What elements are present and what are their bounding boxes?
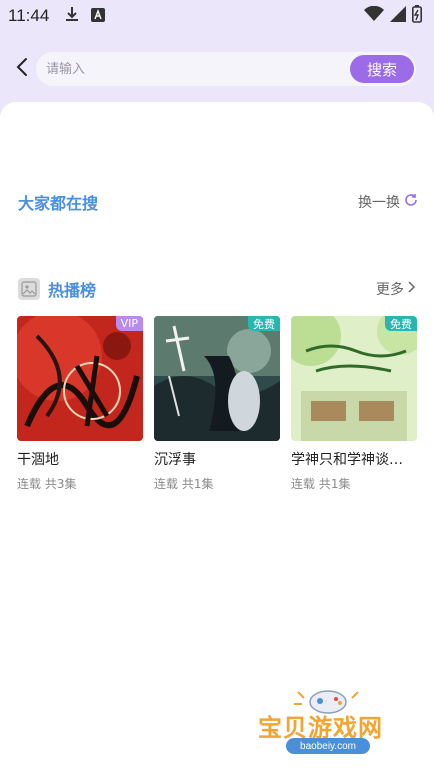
hot-search-section: 大家都在搜 换一换 bbox=[0, 190, 434, 214]
ranking-icon bbox=[18, 278, 40, 300]
download-icon bbox=[65, 6, 79, 26]
free-badge: 免费 bbox=[248, 316, 280, 331]
search-box: 搜索 bbox=[36, 52, 416, 86]
drama-meta: 连载 共3集 bbox=[17, 477, 77, 491]
back-button[interactable] bbox=[4, 48, 40, 90]
ranking-list: VIP 干涸地 连载 共3集 免费 沉浮事 连载 共1集 免费 学神只和学神谈…… bbox=[17, 316, 417, 496]
refresh-icon bbox=[404, 193, 418, 211]
status-bar: 11:44 bbox=[0, 0, 434, 32]
drama-card[interactable]: 免费 学神只和学神谈… 连载 共1集 bbox=[291, 316, 417, 492]
search-input[interactable] bbox=[36, 52, 336, 86]
chevron-left-icon bbox=[16, 57, 28, 81]
ranking-title: 热播榜 bbox=[48, 281, 97, 300]
drama-meta: 连载 共1集 bbox=[291, 477, 351, 491]
chevron-right-icon bbox=[408, 281, 416, 297]
watermark-url: baobeiy.com bbox=[286, 738, 370, 754]
ranking-section: 热播榜 更多 bbox=[0, 276, 434, 302]
drama-card[interactable]: 免费 沉浮事 连载 共1集 bbox=[154, 316, 280, 492]
hot-search-title: 大家都在搜 bbox=[18, 194, 99, 213]
drama-cover[interactable]: VIP bbox=[17, 316, 143, 441]
drama-meta: 连载 共1集 bbox=[154, 477, 214, 491]
drama-cover[interactable]: 免费 bbox=[291, 316, 417, 441]
more-label: 更多 bbox=[376, 282, 404, 298]
drama-title: 沉浮事 bbox=[154, 452, 196, 468]
refresh-label: 换一换 bbox=[358, 195, 400, 211]
content-sheet: 大家都在搜 换一换 热播榜 更多 VIP 干涸地 连载 共3集 免费 沉浮事 连… bbox=[0, 102, 434, 771]
cellular-signal-icon bbox=[390, 6, 406, 26]
vip-badge: VIP bbox=[115, 316, 143, 331]
battery-icon bbox=[412, 5, 422, 27]
drama-title: 学神只和学神谈… bbox=[291, 452, 403, 468]
drama-cover[interactable]: 免费 bbox=[154, 316, 280, 441]
search-header: 搜索 bbox=[0, 48, 434, 90]
app-notification-icon bbox=[91, 7, 106, 26]
more-button[interactable]: 更多 bbox=[376, 279, 416, 299]
watermark-logo: 宝贝游戏网 baobeiy.com bbox=[258, 680, 408, 760]
status-time: 11:44 bbox=[8, 6, 50, 25]
refresh-button[interactable]: 换一换 bbox=[358, 192, 418, 212]
free-badge: 免费 bbox=[385, 316, 417, 331]
search-button[interactable]: 搜索 bbox=[350, 55, 414, 83]
wifi-icon bbox=[364, 5, 384, 26]
drama-card[interactable]: VIP 干涸地 连载 共3集 bbox=[17, 316, 143, 492]
drama-title: 干涸地 bbox=[17, 452, 59, 468]
